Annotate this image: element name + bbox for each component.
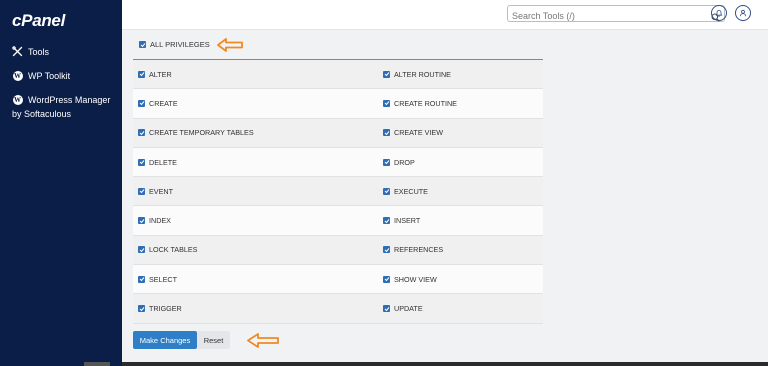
privilege-option[interactable]: CREATE VIEW (378, 128, 443, 137)
privilege-label: EXECUTE (394, 186, 428, 196)
privilege-label: ALTER (149, 69, 172, 79)
privilege-checkbox[interactable] (138, 187, 145, 195)
privilege-option[interactable]: EVENT (133, 187, 378, 196)
table-row: TRIGGER UPDATE (133, 294, 543, 324)
table-row: CREATE TEMPORARY TABLES CREATE VIEW (133, 118, 543, 148)
sidebar-item-label: Tools (28, 47, 50, 57)
privilege-checkbox[interactable] (383, 305, 390, 313)
privilege-checkbox[interactable] (383, 246, 390, 254)
privilege-label: CREATE VIEW (394, 128, 443, 138)
annotation-arrow-icon (247, 333, 279, 348)
all-privileges-checkbox[interactable] (139, 41, 146, 48)
privilege-option[interactable]: DELETE (133, 158, 378, 167)
privilege-option[interactable]: DROP (378, 158, 415, 167)
privilege-checkbox[interactable] (383, 217, 390, 225)
table-row: EVENT EXECUTE (133, 177, 543, 207)
privilege-checkbox[interactable] (138, 275, 145, 283)
privilege-label: INDEX (149, 216, 171, 226)
sidebar-scroll-indicator (84, 362, 110, 366)
privilege-checkbox[interactable] (383, 158, 390, 166)
table-row: DELETE DROP (133, 147, 543, 178)
user-account-button[interactable] (735, 5, 751, 21)
privilege-option[interactable]: TRIGGER (133, 304, 378, 313)
privilege-label: DROP (394, 157, 415, 167)
privilege-option[interactable]: LOCK TABLES (133, 245, 378, 254)
search-input[interactable] (508, 8, 698, 24)
privilege-label: TRIGGER (149, 304, 182, 314)
privilege-option[interactable]: INSERT (378, 216, 420, 225)
bottom-scrollbar[interactable] (122, 362, 768, 366)
sidebar-item-wordpress-manager[interactable]: W WordPress Manager (12, 94, 110, 107)
annotation-arrow-icon (217, 38, 243, 52)
privilege-checkbox[interactable] (138, 158, 145, 166)
sidebar: cPanel Tools W WP Toolkit W WordPress Ma… (0, 0, 122, 366)
privilege-label: LOCK TABLES (149, 245, 198, 255)
privilege-checkbox[interactable] (138, 99, 145, 107)
sidebar-item-label: WP Toolkit (28, 71, 71, 81)
sidebar-item-wp-toolkit[interactable]: W WP Toolkit (12, 70, 70, 83)
user-icon (739, 4, 747, 22)
privilege-label: CREATE (149, 98, 178, 108)
privilege-option[interactable]: CREATE ROUTINE (378, 99, 457, 108)
privilege-option[interactable]: UPDATE (378, 304, 423, 313)
privilege-option[interactable]: SHOW VIEW (378, 275, 437, 284)
privilege-label: SHOW VIEW (394, 274, 437, 284)
privilege-option[interactable]: INDEX (133, 216, 378, 225)
privilege-label: CREATE ROUTINE (394, 98, 457, 108)
all-privileges-label: ALL PRIVILEGES (150, 40, 210, 49)
search-box (507, 5, 725, 24)
privilege-checkbox[interactable] (383, 275, 390, 283)
privilege-checkbox[interactable] (138, 70, 145, 78)
notifications-button[interactable] (711, 5, 727, 21)
make-changes-button[interactable]: Make Changes (133, 331, 197, 349)
sidebar-item-tools[interactable]: Tools (12, 46, 49, 59)
reset-button[interactable]: Reset (197, 331, 230, 349)
privilege-label: DELETE (149, 157, 177, 167)
privilege-label: CREATE TEMPORARY TABLES (149, 128, 254, 138)
privilege-checkbox[interactable] (138, 305, 145, 313)
table-row: ALTER ALTER ROUTINE (133, 60, 543, 90)
wordpress-icon: W (12, 94, 23, 105)
privilege-checkbox[interactable] (138, 217, 145, 225)
table-row: CREATE CREATE ROUTINE (133, 89, 543, 119)
privilege-checkbox[interactable] (383, 129, 390, 137)
privilege-label: INSERT (394, 216, 421, 226)
bell-icon (715, 4, 723, 22)
privilege-option[interactable]: ALTER (133, 70, 378, 79)
table-row: INDEX INSERT (133, 206, 543, 236)
privilege-option[interactable]: CREATE TEMPORARY TABLES (133, 128, 378, 137)
all-privileges-option[interactable]: ALL PRIVILEGES (139, 40, 210, 49)
privilege-checkbox[interactable] (138, 246, 145, 254)
table-row: SELECT SHOW VIEW (133, 265, 543, 295)
privilege-option[interactable]: EXECUTE (378, 187, 428, 196)
privilege-label: SELECT (149, 274, 177, 284)
sidebar-item-sublabel[interactable]: by Softaculous (12, 109, 71, 119)
privilege-option[interactable]: REFERENCES (378, 245, 443, 254)
privilege-label: REFERENCES (394, 245, 444, 255)
privilege-checkbox[interactable] (383, 70, 390, 78)
top-header (122, 0, 768, 30)
sidebar-item-label: WordPress Manager (28, 95, 111, 105)
privilege-option[interactable]: ALTER ROUTINE (378, 70, 451, 79)
table-row: LOCK TABLES REFERENCES (133, 235, 543, 266)
privilege-option[interactable]: SELECT (133, 275, 378, 284)
tools-icon (12, 46, 23, 57)
privileges-table: ALTER ALTER ROUTINE CREATE CREATE ROUTINE CR… (133, 59, 543, 324)
privilege-label: ALTER ROUTINE (394, 69, 451, 79)
privilege-label: EVENT (149, 186, 173, 196)
wordpress-icon: W (12, 70, 23, 81)
privilege-checkbox[interactable] (383, 99, 390, 107)
privilege-checkbox[interactable] (383, 187, 390, 195)
privilege-option[interactable]: CREATE (133, 99, 378, 108)
privilege-checkbox[interactable] (138, 129, 145, 137)
cpanel-logo[interactable]: cPanel (12, 11, 65, 31)
privilege-label: UPDATE (394, 304, 423, 314)
